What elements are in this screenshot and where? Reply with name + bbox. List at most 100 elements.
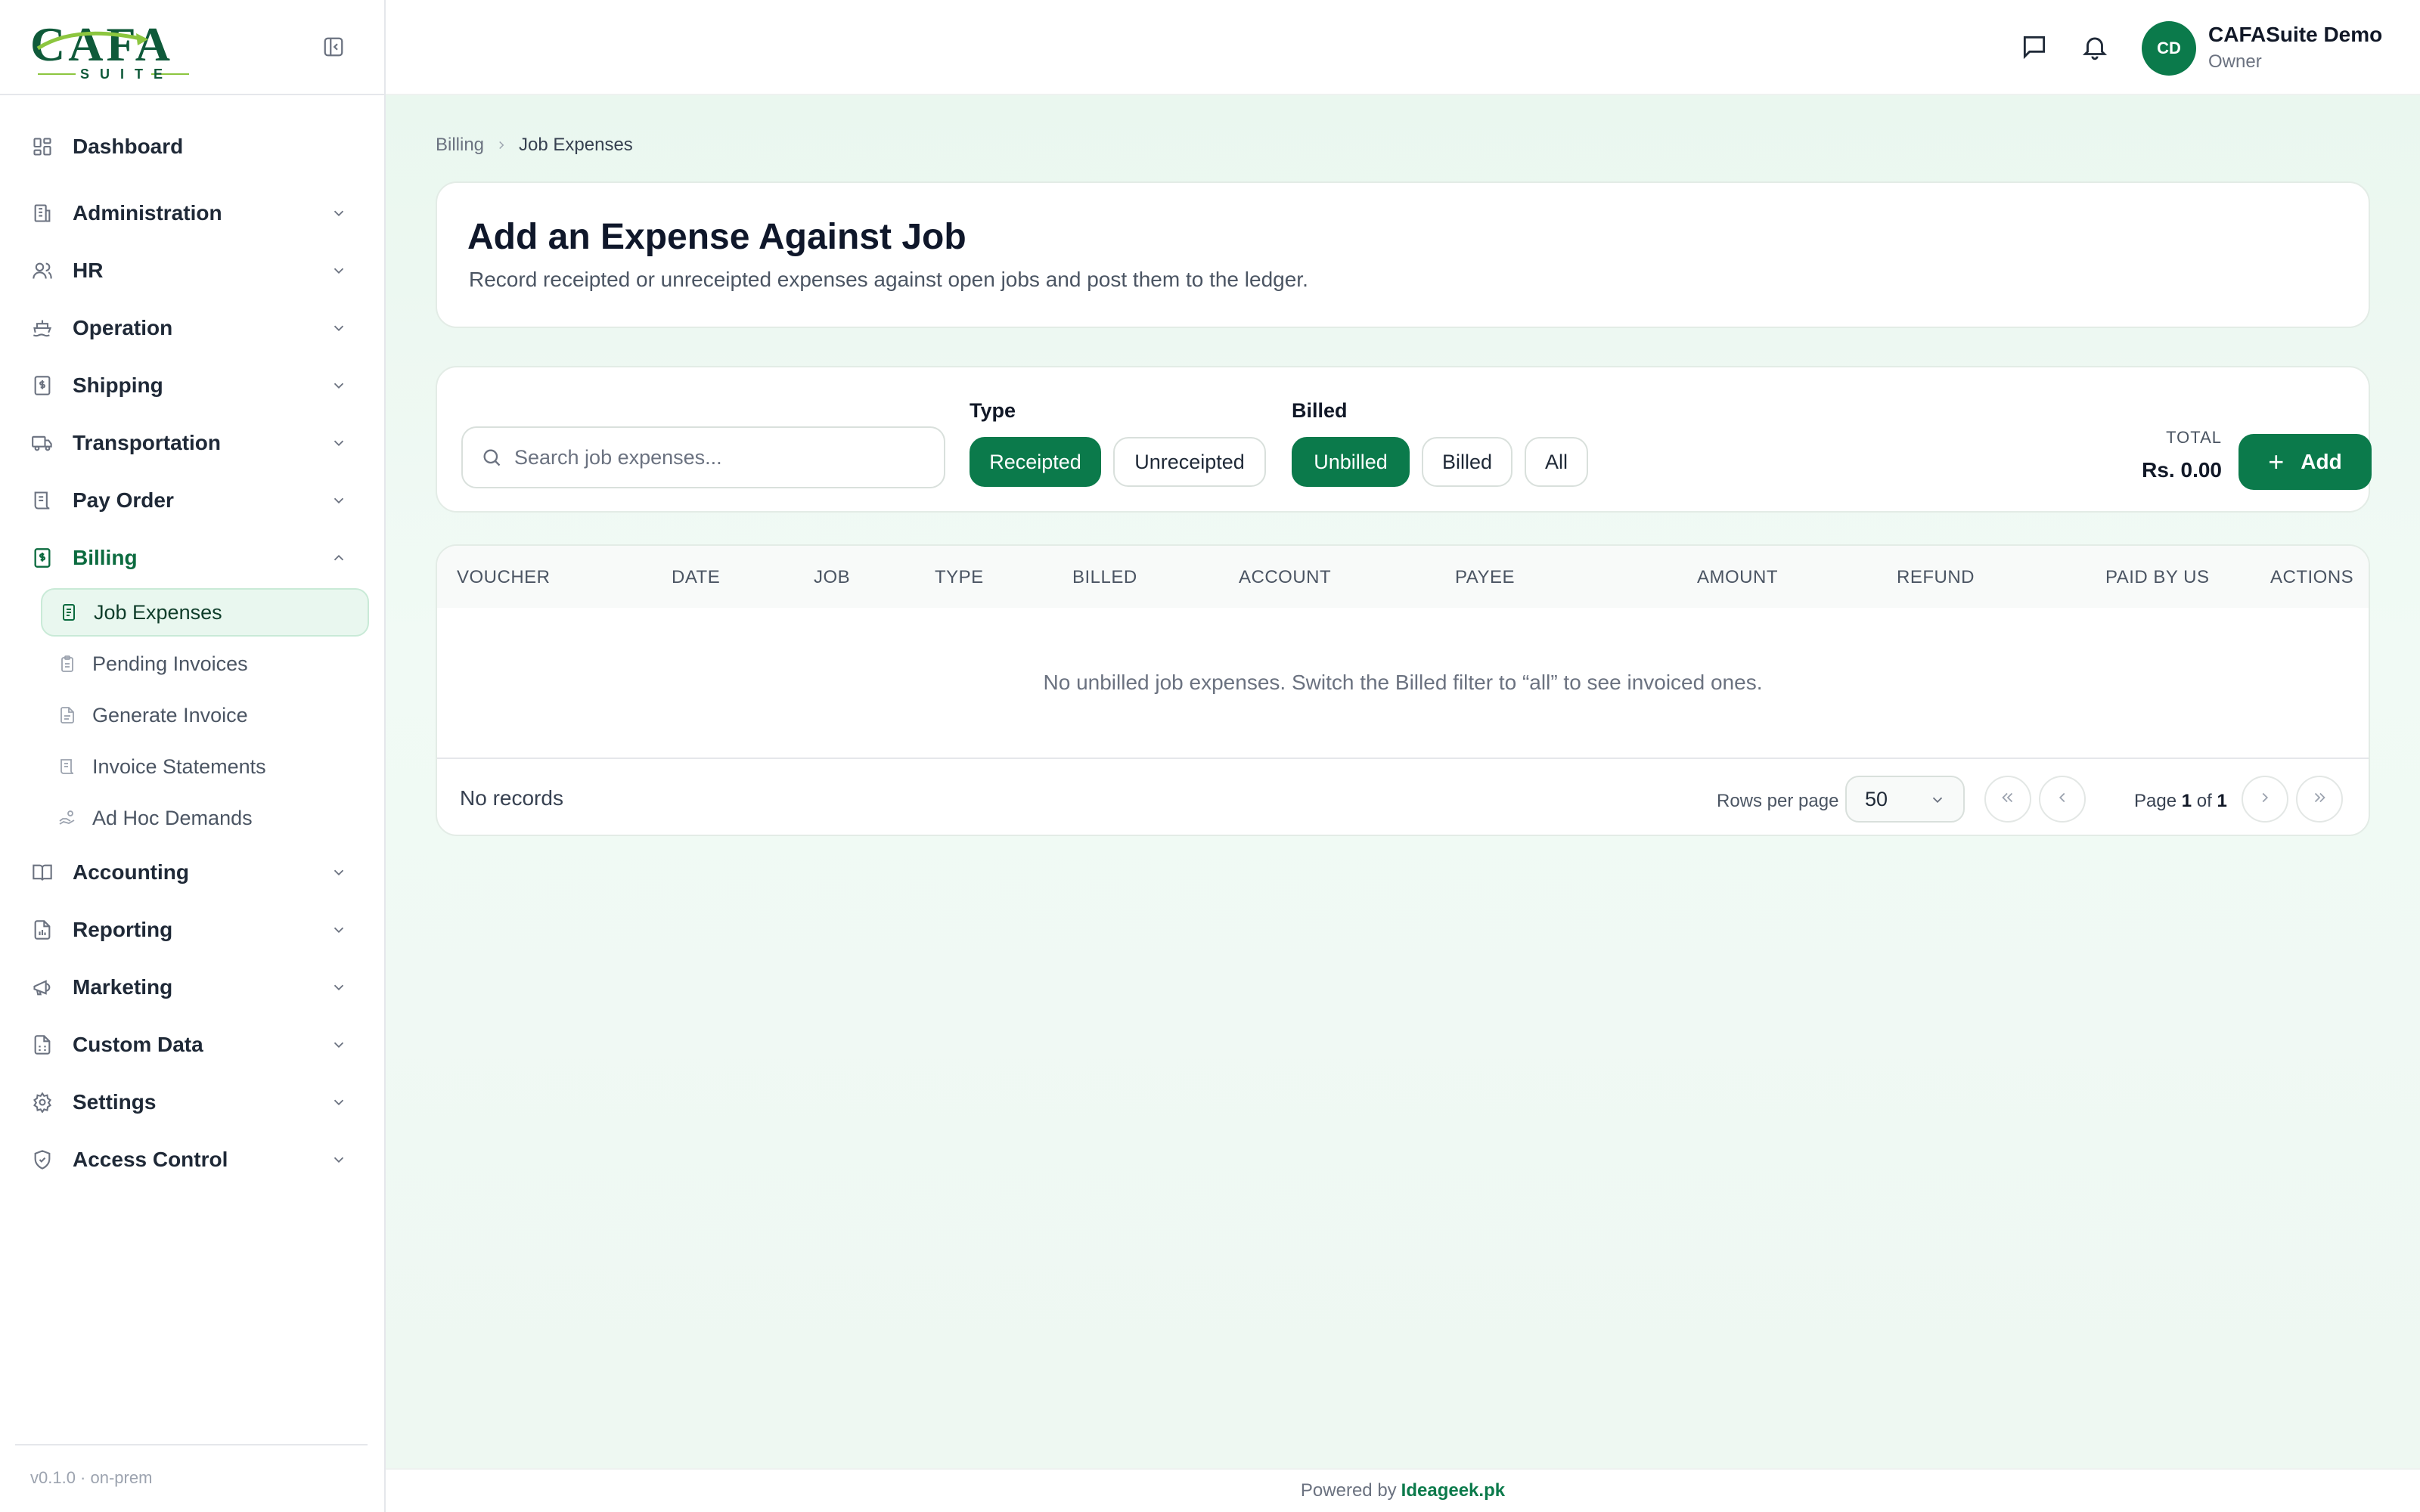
plus-icon: + (2268, 446, 2285, 477)
collapse-sidebar-button[interactable] (318, 35, 349, 62)
column-payee[interactable]: PAYEE (1455, 567, 1515, 588)
clipboard-icon (56, 652, 79, 675)
column-refund[interactable]: REFUND (1897, 567, 1975, 588)
sidebar-item-marketing[interactable]: Marketing (30, 966, 355, 1009)
chevron-down-icon (328, 1034, 349, 1055)
chevron-down-icon (328, 977, 349, 998)
ship-icon (30, 316, 54, 340)
sidebar-subitem-pending-invoices[interactable]: Pending Invoices (41, 640, 369, 688)
column-account[interactable]: ACCOUNT (1239, 567, 1331, 588)
column-paid-by-us[interactable]: PAID BY US (2105, 567, 2210, 588)
chevron-right-icon (2257, 789, 2273, 810)
rows-per-page-select[interactable]: 50 (1845, 776, 1965, 823)
truck-icon (30, 431, 54, 455)
sidebar-item-reporting[interactable]: Reporting (30, 909, 355, 951)
book-icon (30, 860, 54, 885)
sidebar-item-access-control[interactable]: Access Control (30, 1139, 355, 1181)
sidebar-item-administration[interactable]: Administration (30, 192, 355, 234)
column-voucher[interactable]: VOUCHER (457, 567, 551, 588)
sidebar-subitem-ad-hoc-demands[interactable]: Ad Hoc Demands (41, 794, 369, 842)
chevron-down-icon (328, 1149, 349, 1170)
sidebar-item-label: Transportation (73, 431, 222, 454)
table-footer: No records Rows per page 50 Page 1 of 1 (437, 761, 2369, 835)
topbar: CD CAFASuite Demo Owner (386, 0, 2420, 95)
add-expense-button[interactable]: + Add (2238, 434, 2372, 490)
sidebar-subitem-label: Invoice Statements (92, 754, 266, 778)
billed-unbilled-button[interactable]: Unbilled (1292, 437, 1410, 487)
user-name[interactable]: CAFASuite Demo (2208, 23, 2382, 47)
search-icon (479, 445, 504, 469)
billed-all-button[interactable]: All (1525, 437, 1588, 487)
type-receipted-button[interactable]: Receipted (970, 437, 1101, 487)
next-page-button[interactable] (2242, 776, 2288, 823)
messages-button[interactable] (2018, 32, 2051, 65)
total-label: TOTAL (2166, 428, 2222, 447)
gear-icon (30, 1090, 54, 1114)
sidebar-subitem-job-expenses[interactable]: Job Expenses (41, 588, 369, 637)
billing-icon (30, 546, 54, 570)
sidebar-subitem-label: Job Expenses (94, 600, 222, 624)
filter-bar: Search job expenses... Type Receipted Un… (436, 366, 2372, 513)
sidebar-subitem-label: Generate Invoice (92, 703, 248, 727)
chevron-left-icon (2054, 789, 2071, 810)
column-type[interactable]: TYPE (935, 567, 984, 588)
version-label: v0.1.0 · on-prem (30, 1468, 153, 1487)
sidebar-item-accounting[interactable]: Accounting (30, 851, 355, 894)
file-icon (56, 704, 79, 727)
sidebar-item-label: Dashboard (73, 135, 184, 158)
sidebar-item-custom-data[interactable]: Custom Data (30, 1024, 355, 1066)
type-unreceipted-button[interactable]: Unreceipted (1113, 437, 1266, 487)
search-input[interactable]: Search job expenses... (461, 426, 945, 488)
dashboard-icon (30, 135, 54, 159)
sidebar-subitem-generate-invoice[interactable]: Generate Invoice (41, 691, 369, 739)
last-page-button[interactable] (2296, 776, 2343, 823)
breadcrumb-billing[interactable]: Billing (436, 135, 484, 156)
chevron-right-icon (495, 138, 508, 152)
column-date[interactable]: DATE (672, 567, 720, 588)
column-amount[interactable]: AMOUNT (1697, 567, 1778, 588)
page-total: 1 (2217, 791, 2227, 811)
records-count: No records (460, 786, 563, 810)
billed-billed-button[interactable]: Billed (1422, 437, 1512, 487)
chevron-down-icon (328, 375, 349, 396)
sidebar-item-settings[interactable]: Settings (30, 1081, 355, 1123)
first-page-button[interactable] (1984, 776, 2031, 823)
user-avatar[interactable]: CD (2142, 21, 2196, 76)
sidebar-item-label: Accounting (73, 860, 189, 884)
sidebar-item-operation[interactable]: Operation (30, 307, 355, 349)
previous-page-button[interactable] (2039, 776, 2086, 823)
page-title: Add an Expense Against Job (467, 217, 966, 257)
building-icon (30, 201, 54, 225)
type-filter-label: Type (970, 399, 1016, 422)
chevron-down-icon (328, 490, 349, 511)
sidebar-item-hr[interactable]: HR (30, 249, 355, 292)
sidebar-item-dashboard[interactable]: Dashboard (30, 125, 355, 168)
sidebar-subitem-invoice-statements[interactable]: Invoice Statements (41, 742, 369, 791)
page-current: 1 (2181, 791, 2192, 811)
breadcrumb: Billing Job Expenses (436, 135, 633, 156)
file-text-icon (57, 601, 80, 624)
rows-per-page-value: 50 (1865, 787, 1888, 810)
sidebar-item-pay-order[interactable]: Pay Order (30, 479, 355, 522)
column-job[interactable]: JOB (814, 567, 850, 588)
chevron-down-icon (328, 260, 349, 281)
chevron-down-icon (328, 203, 349, 224)
sidebar-item-label: Settings (73, 1090, 157, 1114)
sidebar-footer: v0.1.0 · on-prem (15, 1444, 368, 1512)
page-of: of (2196, 791, 2212, 811)
document-dollar-icon (30, 373, 54, 398)
rows-per-page-label: Rows per page (1717, 791, 1839, 811)
sidebar-item-billing[interactable]: Billing (30, 537, 355, 579)
cafa-suite-logo[interactable]: CAFA SUITE (30, 17, 197, 82)
column-actions: ACTIONS (2270, 567, 2354, 587)
company-link[interactable]: Ideageek.pk (1401, 1480, 1505, 1501)
column-billed[interactable]: BILLED (1072, 567, 1137, 588)
sidebar: CAFA SUITE Dashboard Administration HR O… (0, 0, 386, 1512)
database-icon (30, 1033, 54, 1057)
chevrons-left-icon (2000, 789, 2016, 810)
sidebar-item-transportation[interactable]: Transportation (30, 422, 355, 464)
hand-coins-icon (56, 807, 79, 829)
sidebar-item-label: HR (73, 259, 104, 282)
sidebar-item-shipping[interactable]: Shipping (30, 364, 355, 407)
notifications-button[interactable] (2078, 32, 2111, 65)
